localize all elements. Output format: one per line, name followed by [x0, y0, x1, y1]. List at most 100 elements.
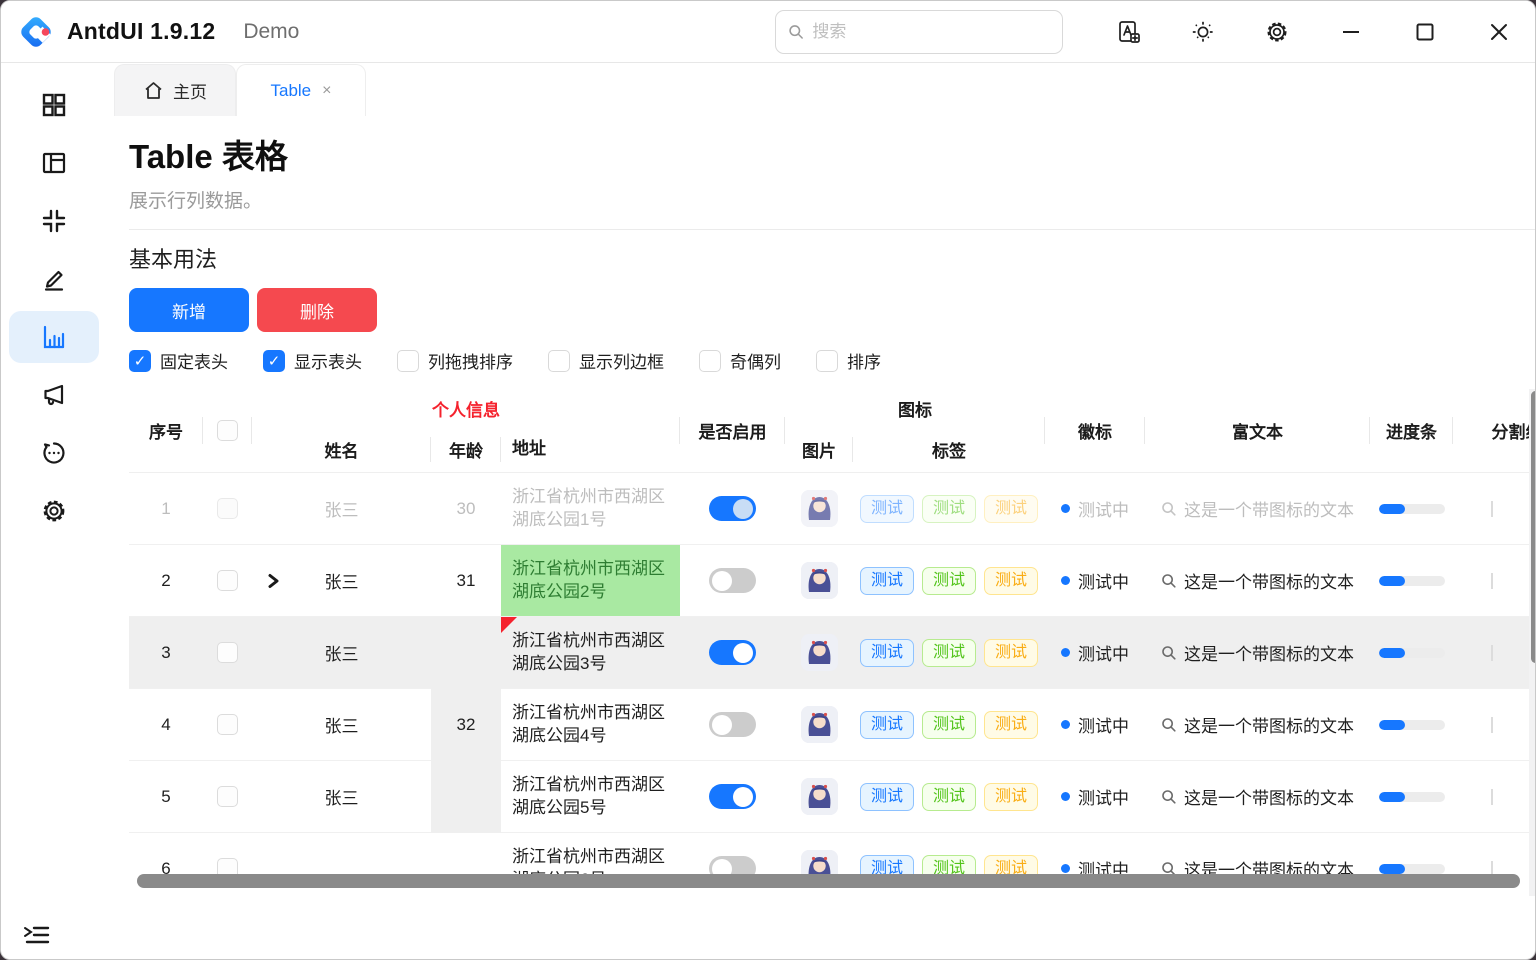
tab-table-active[interactable]: Table × [236, 64, 366, 116]
checkbox-unchecked-icon[interactable] [699, 350, 721, 372]
header-enabled[interactable]: 是否启用 [680, 389, 785, 472]
name-cell: 张三 [252, 617, 431, 688]
row-checkbox[interactable] [217, 642, 238, 663]
header-image[interactable]: 图片 [785, 427, 853, 472]
tab-home[interactable]: 主页 [114, 64, 236, 116]
row-checkbox[interactable] [217, 714, 238, 735]
table-row[interactable]: 5 张三 浙江省杭州市西湖区湖底公园5号 测试 测试 [129, 761, 1536, 833]
font-size-button[interactable] [1107, 10, 1151, 54]
tab-close-icon[interactable]: × [322, 82, 331, 100]
row-checkbox[interactable] [217, 786, 238, 807]
age-cell-merged: 32 [431, 688, 501, 761]
add-button[interactable]: 新增 [129, 288, 249, 332]
header-age[interactable]: 年龄 [431, 427, 501, 472]
search-box[interactable] [775, 10, 1063, 54]
maximize-button[interactable] [1403, 10, 1447, 54]
table-row-selected[interactable]: 3 张三 浙江省杭州市西湖区湖底公园3号 测试 测试 [129, 617, 1536, 689]
close-button[interactable] [1477, 10, 1521, 54]
enabled-toggle[interactable] [709, 712, 756, 737]
age-cell: 30 [431, 473, 501, 544]
row-checkbox[interactable] [217, 498, 238, 519]
checkbox-checked-icon[interactable]: ✓ [263, 350, 285, 372]
tag: 测试 [984, 783, 1038, 811]
section-title: 基本用法 [129, 242, 1535, 274]
divider-mark [1491, 717, 1493, 733]
sidebar-item-edit[interactable] [9, 253, 99, 305]
settings-gear-button[interactable] [1255, 10, 1299, 54]
status-dot [1061, 792, 1070, 801]
divider-mark [1491, 789, 1493, 805]
menu-unfold-button[interactable] [23, 923, 50, 947]
option-column-border[interactable]: 显示列边框 [548, 348, 664, 373]
search-icon [788, 23, 804, 41]
sidebar-item-shrink[interactable] [9, 195, 99, 247]
sidebar-item-settings[interactable] [9, 485, 99, 537]
row-checkbox[interactable] [217, 570, 238, 591]
status-dot [1061, 864, 1070, 873]
sidebar-item-layout[interactable] [9, 137, 99, 189]
checkbox-unchecked-icon[interactable] [548, 350, 570, 372]
option-fixed-header[interactable]: ✓ 固定表头 [129, 348, 228, 373]
expand-row-button[interactable] [266, 572, 281, 589]
checkbox-unchecked-icon[interactable] [397, 350, 419, 372]
status-dot [1061, 648, 1070, 657]
table-row[interactable]: 1 张三 30 浙江省杭州市西湖区湖底公园1号 测试 测试 [129, 473, 1536, 545]
age-cell-merged [431, 760, 501, 833]
avatar [801, 778, 838, 815]
header-name[interactable]: 姓名 [252, 427, 431, 472]
header-progress[interactable]: 进度条 [1370, 389, 1453, 472]
minimize-button[interactable] [1329, 10, 1373, 54]
tag: 测试 [922, 783, 976, 811]
header-tags[interactable]: 标签 [853, 427, 1045, 472]
rich-text: 这是一个带图标的文本 [1184, 640, 1354, 665]
divider-mark [1491, 501, 1493, 517]
header-index[interactable]: 序号 [129, 389, 203, 472]
theme-brightness-button[interactable] [1181, 10, 1225, 54]
horizontal-scrollbar-thumb[interactable] [137, 874, 1520, 888]
option-sort[interactable]: 排序 [816, 348, 881, 373]
section-divider [129, 229, 1535, 230]
checkbox-unchecked-icon[interactable] [816, 350, 838, 372]
header-divider[interactable]: 分割线 [1453, 389, 1536, 472]
select-all-checkbox[interactable] [217, 420, 238, 441]
tag: 测试 [860, 711, 914, 739]
checkbox-checked-icon[interactable]: ✓ [129, 350, 151, 372]
avatar [801, 562, 838, 599]
home-icon [143, 80, 164, 101]
enabled-toggle[interactable] [709, 496, 756, 521]
enabled-toggle[interactable] [709, 640, 756, 665]
search-icon [1161, 645, 1177, 661]
option-show-header[interactable]: ✓ 显示表头 [263, 348, 362, 373]
app-logo-icon [17, 13, 55, 51]
delete-button[interactable]: 删除 [257, 288, 377, 332]
sidebar-item-overview[interactable] [9, 79, 99, 131]
sidebar [1, 63, 106, 959]
table-row[interactable]: 2 张三 31 浙江省杭州市西湖区湖底公园2号 [129, 545, 1536, 617]
sidebar-item-charts-selected[interactable] [9, 311, 99, 363]
status-badge: 测试中 [1078, 784, 1129, 809]
divider-mark [1491, 573, 1493, 589]
tag: 测试 [984, 711, 1038, 739]
tag: 测试 [922, 711, 976, 739]
header-richtext[interactable]: 富文本 [1145, 389, 1370, 472]
tag: 测试 [860, 567, 914, 595]
enabled-toggle[interactable] [709, 568, 756, 593]
progress-bar [1379, 504, 1445, 514]
option-drag-sort[interactable]: 列拖拽排序 [397, 348, 513, 373]
status-dot [1061, 720, 1070, 729]
avatar [801, 706, 838, 743]
header-address[interactable]: 地址 [501, 427, 680, 472]
sidebar-item-messages[interactable] [9, 427, 99, 479]
sidebar-item-announcement[interactable] [9, 369, 99, 421]
avatar [801, 490, 838, 527]
table-row[interactable]: 4 张三 32 浙江省杭州市西湖区湖底公园4号 测试 测试 [129, 689, 1536, 761]
search-input[interactable] [812, 22, 1050, 42]
rich-text: 这是一个带图标的文本 [1184, 496, 1354, 521]
header-badge[interactable]: 徽标 [1045, 389, 1145, 472]
vertical-scrollbar-thumb[interactable] [1531, 391, 1536, 663]
progress-bar [1379, 576, 1445, 586]
table-header: 序号 个人信息 姓名 年龄 地址 是否启用 [129, 389, 1536, 473]
enabled-toggle[interactable] [709, 784, 756, 809]
vertical-scrollbar[interactable] [1529, 389, 1536, 896]
option-zebra[interactable]: 奇偶列 [699, 348, 781, 373]
